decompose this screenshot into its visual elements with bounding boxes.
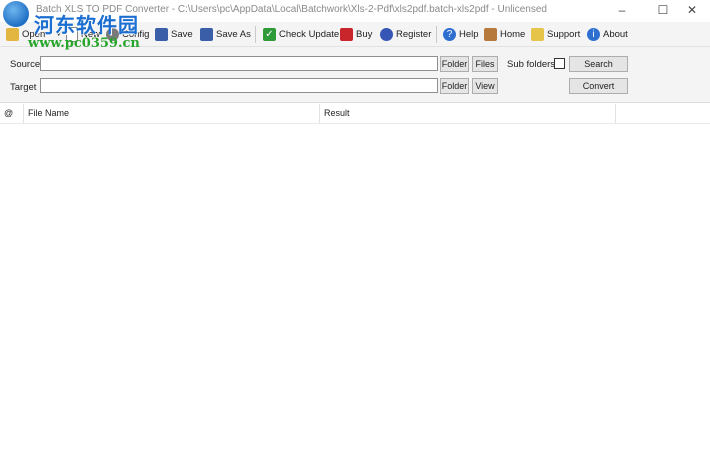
save-as-button[interactable]: Save As [200,25,251,43]
watermark-url: www.pc0359.cn [28,36,140,51]
app-logo-icon [3,1,29,27]
watermark-overlay: 河东软件园 [34,9,139,38]
source-label: Source [10,59,41,70]
sub-folders-label: Sub folders [507,59,556,70]
minimize-button[interactable]: – [604,0,640,21]
register-user-icon [380,27,393,41]
source-folder-button[interactable]: Folder [440,56,469,72]
file-list[interactable] [0,124,710,462]
source-target-panel: Source Folder Files Sub folders Search T… [0,47,710,103]
home-label: Home [500,28,526,40]
support-icon [531,27,544,41]
save-button[interactable]: Save [155,25,193,43]
folder-open-icon [6,27,19,41]
shopping-bag-icon [340,27,353,41]
search-button[interactable]: Search [569,56,628,72]
register-button[interactable]: Register [380,25,431,43]
save-as-icon [200,27,213,41]
help-icon: ? [443,27,456,41]
target-view-button[interactable]: View [472,78,498,94]
check-update-label: Check Update [279,28,340,40]
update-check-icon: ✓ [263,27,276,41]
register-label: Register [396,28,432,40]
target-input[interactable] [40,78,438,93]
save-as-label: Save As [216,28,251,40]
home-button[interactable]: Home [484,25,525,43]
support-button[interactable]: Support [531,25,580,43]
help-button[interactable]: ? Help [443,25,479,43]
about-button[interactable]: i About [587,25,628,43]
support-label: Support [547,28,581,40]
file-list-header: @ File Name Result [0,104,710,124]
toolbar-separator [255,26,256,43]
watermark-text: 河东软件园 [34,13,139,37]
about-label: About [603,28,628,40]
save-label: Save [171,28,193,40]
help-label: Help [459,28,479,40]
info-icon: i [587,27,600,41]
sub-folders-checkbox[interactable] [554,58,565,69]
column-header-status[interactable]: @ [0,104,24,123]
buy-button[interactable]: Buy [340,25,372,43]
column-header-file-name[interactable]: File Name [24,104,320,123]
floppy-disk-icon [155,27,168,41]
buy-label: Buy [356,28,373,40]
source-files-button[interactable]: Files [472,56,498,72]
target-folder-button[interactable]: Folder [440,78,469,94]
convert-button[interactable]: Convert [569,78,628,94]
toolbar-separator [436,26,437,43]
target-label: Target [10,82,37,93]
check-update-button[interactable]: ✓ Check Update [263,25,339,43]
source-input[interactable] [40,56,438,71]
close-button[interactable]: ✕ [674,0,710,21]
column-header-result[interactable]: Result [320,104,616,123]
home-icon [484,27,497,41]
